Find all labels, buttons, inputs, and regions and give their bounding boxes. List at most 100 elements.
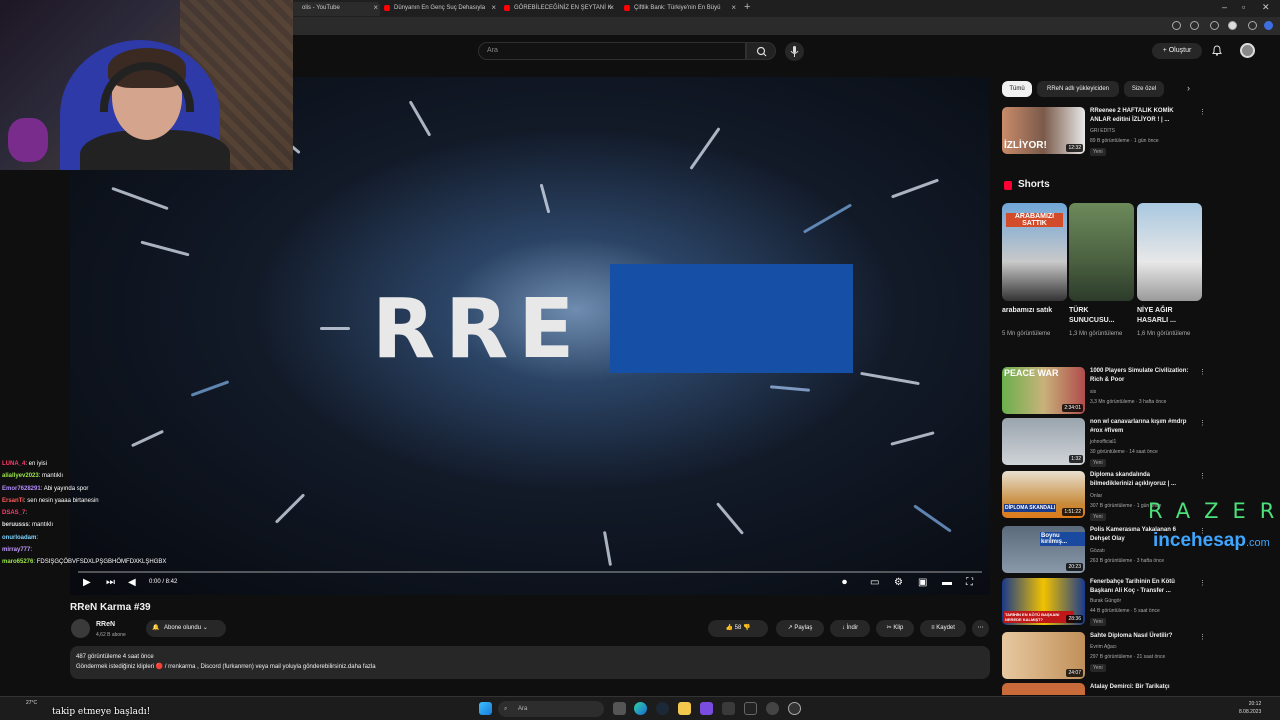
obs-icon[interactable]: [766, 702, 779, 715]
short-title[interactable]: NİYE AĞIR HASARLI ...: [1137, 306, 1192, 326]
follow-alert: takip etmeye başladı!: [52, 707, 151, 717]
profile-icon[interactable]: [1264, 21, 1273, 30]
channel-avatar[interactable]: [71, 619, 90, 638]
chat-line: Emor7628291: Abi yayında spor: [2, 485, 89, 492]
chip-for-you[interactable]: Size özel: [1124, 81, 1164, 97]
more-vert-icon[interactable]: ⋮: [1199, 579, 1206, 587]
subscribe-button[interactable]: 🔔 Abone olundu ⌄: [146, 620, 226, 637]
search-input[interactable]: Ara: [478, 42, 746, 60]
app-icon[interactable]: [722, 702, 735, 715]
recommendation-item[interactable]: İZLİYOR! 12:32 RReenee 2 HAFTALIK KOMİK …: [1002, 107, 1206, 157]
voice-search-button[interactable]: [785, 42, 804, 61]
dislike-icon: 👎: [743, 625, 751, 631]
video-thumbnail[interactable]: 1:32: [1002, 418, 1085, 465]
download-button[interactable]: ↓ İndir: [830, 620, 870, 637]
recommendation-item[interactable]: 1:32 non wl canavarlarına kışım #mdrp #r…: [1002, 418, 1206, 467]
recommendation-item[interactable]: 24:07 Sahte Diploma Nasıl Üretilir? Evri…: [1002, 632, 1206, 679]
close-icon[interactable]: ×: [609, 2, 614, 14]
video-thumbnail[interactable]: 24:07: [1002, 632, 1085, 679]
create-button[interactable]: + Oluştur: [1152, 43, 1202, 59]
short-title[interactable]: arabamızı satık: [1002, 306, 1057, 316]
close-icon[interactable]: ×: [491, 2, 496, 14]
video-thumbnail[interactable]: [1002, 683, 1085, 695]
chevron-right-icon[interactable]: ›: [1187, 83, 1190, 93]
description-box[interactable]: 487 görüntüleme 4 saat önce Göndermek is…: [70, 646, 990, 679]
bell-icon: 🔔: [152, 625, 160, 631]
close-icon[interactable]: ×: [373, 2, 378, 14]
more-vert-icon[interactable]: ⋮: [1199, 108, 1206, 116]
autoplay-toggle[interactable]: ⏺: [842, 577, 847, 588]
chat-line: onurloadam:: [2, 534, 39, 541]
razer-logo: RAZER: [1148, 499, 1280, 523]
epic-games-icon[interactable]: [744, 702, 757, 715]
chat-line: DSAS_7:: [2, 510, 28, 517]
minimize-icon[interactable]: –: [1222, 2, 1227, 12]
recommendation-item[interactable]: Atalay Demirci: Bir Tarikatçı: [1002, 683, 1202, 695]
close-icon[interactable]: ×: [731, 2, 736, 14]
video-thumbnail[interactable]: İZLİYOR! 12:32: [1002, 107, 1085, 154]
video-thumbnail[interactable]: PEACE WAR 2:34:01: [1002, 367, 1085, 414]
short-thumbnail[interactable]: [1069, 203, 1134, 301]
windows-start-icon[interactable]: [479, 702, 492, 715]
account-avatar[interactable]: [1240, 43, 1255, 58]
file-explorer-icon[interactable]: [678, 702, 691, 715]
video-thumbnail[interactable]: DİPLOMA SKANDALI 1:51:22: [1002, 471, 1085, 518]
taskbar-search[interactable]: ⌕ Ara: [498, 701, 604, 717]
clip-button[interactable]: ✂ Klip: [876, 620, 914, 637]
weather-widget[interactable]: 27°C: [26, 700, 37, 706]
task-view-icon[interactable]: [613, 702, 626, 715]
like-dislike-button[interactable]: 👍 58 👎: [708, 620, 768, 637]
app-icon[interactable]: [788, 702, 801, 715]
extension-icon[interactable]: [1228, 21, 1237, 30]
tab-2[interactable]: Dünyanın En Genç Suç Dehasıyla ×: [382, 2, 498, 16]
video-thumbnail[interactable]: Boynu kırılmış... 20:23: [1002, 526, 1085, 573]
save-button[interactable]: ≡ Kaydet: [920, 620, 966, 637]
search-button[interactable]: [746, 42, 776, 60]
share-button[interactable]: ↗ Paylaş: [776, 620, 824, 637]
notifications-bell-icon[interactable]: [1212, 45, 1222, 56]
chat-line: LUNA_4: en iyisi: [2, 461, 48, 467]
more-vert-icon[interactable]: ⋮: [1199, 633, 1206, 641]
channel-name[interactable]: RReN: [96, 621, 115, 628]
recommendation-item[interactable]: PEACE WAR 2:34:01 1000 Players Simulate …: [1002, 367, 1206, 414]
video-thumbnail[interactable]: TARİHİN EN KÖTÜ BAŞKANI NEREDE KALMIŞT? …: [1002, 578, 1085, 625]
fullscreen-icon[interactable]: ⛶: [966, 577, 973, 588]
search-icon: ⌕: [504, 706, 508, 712]
new-tab-icon[interactable]: +: [744, 1, 750, 13]
video-title: RReN Karma #39: [70, 602, 151, 613]
recommendation-item[interactable]: TARİHİN EN KÖTÜ BAŞKANI NEREDE KALMIŞT? …: [1002, 578, 1206, 626]
edge-icon[interactable]: [634, 702, 647, 715]
tab-3[interactable]: GÖREBİLECEĞİNİZ EN ŞEYTANİ K ×: [502, 2, 616, 16]
short-thumbnail[interactable]: [1137, 203, 1202, 301]
install-icon[interactable]: [1172, 21, 1181, 30]
short-title[interactable]: TÜRK SUNUCUSU...: [1069, 306, 1124, 326]
sidebar-icon[interactable]: [1248, 21, 1257, 30]
channel-subscribers: 4,62 B abone: [96, 632, 126, 638]
settings-gear-icon[interactable]: ⚙: [894, 577, 903, 588]
twitch-icon[interactable]: [700, 702, 713, 715]
stream-chat: LUNA_4: en iyisi aliallyev2023: mantıklı…: [2, 458, 202, 569]
short-views: 1,6 Mn görüntüleme: [1137, 331, 1191, 337]
more-vert-icon[interactable]: ⋮: [1199, 368, 1206, 376]
chip-all[interactable]: Tümü: [1002, 81, 1032, 97]
taskbar-clock[interactable]: 20:12 8.08.2023: [1239, 700, 1261, 716]
theater-mode-icon[interactable]: ▬: [942, 577, 952, 588]
short-thumbnail[interactable]: ARABAMIZI SATTIK: [1002, 203, 1067, 301]
volume-icon[interactable]: ◀: [128, 577, 136, 588]
progress-bar[interactable]: [78, 571, 982, 573]
close-window-icon[interactable]: ✕: [1262, 2, 1270, 13]
next-icon[interactable]: ⏭: [106, 577, 115, 588]
play-icon[interactable]: ▶: [83, 577, 91, 588]
more-vert-icon[interactable]: ⋮: [1199, 472, 1206, 480]
miniplayer-icon[interactable]: ▣: [918, 577, 927, 588]
steam-icon[interactable]: [656, 702, 669, 715]
tab-youtube[interactable]: olis - YouTube ×: [290, 2, 380, 16]
more-vert-icon[interactable]: ⋮: [1199, 419, 1206, 427]
more-options-icon[interactable]: ⋯: [972, 620, 989, 637]
chip-from-uploader[interactable]: RReN adlı yükleyiciden: [1037, 81, 1119, 97]
tab-4[interactable]: Çiftlik Bank: Türkiye'nin En Büyü ×: [622, 2, 738, 16]
subtitles-icon[interactable]: ▭: [870, 577, 879, 588]
share-icon[interactable]: [1190, 21, 1199, 30]
maximize-icon[interactable]: ▫: [1242, 2, 1245, 12]
star-icon[interactable]: [1210, 21, 1219, 30]
